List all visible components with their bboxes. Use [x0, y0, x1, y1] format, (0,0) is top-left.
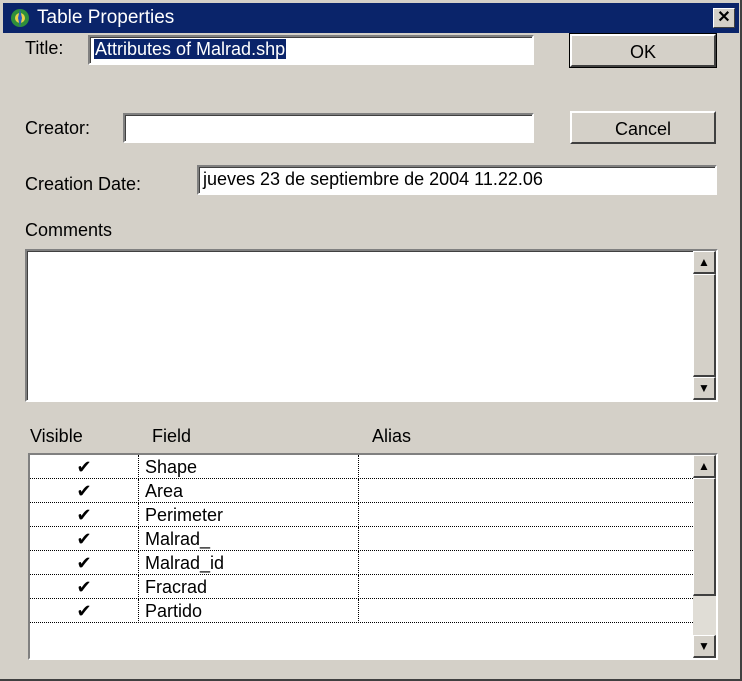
- visible-check-icon[interactable]: ✔: [30, 479, 138, 503]
- scroll-thumb[interactable]: [693, 478, 716, 596]
- table-row[interactable]: ✔ Malrad_id: [30, 551, 693, 575]
- field-name: Malrad_: [138, 527, 358, 551]
- title-input-value: Attributes of Malrad.shp: [94, 39, 287, 59]
- table-row[interactable]: ✔ Shape: [30, 455, 693, 479]
- visible-check-icon[interactable]: ✔: [30, 503, 138, 527]
- alias-cell[interactable]: [358, 455, 693, 479]
- creator-label: Creator:: [25, 118, 91, 138]
- cancel-button[interactable]: Cancel: [570, 111, 716, 144]
- field-name: Partido: [138, 599, 358, 623]
- title-input[interactable]: Attributes of Malrad.shp: [88, 35, 534, 65]
- field-column-header: Field: [152, 426, 192, 446]
- table-properties-dialog: Table Properties ✕ Title: Attributes of …: [0, 0, 742, 681]
- alias-column-header: Alias: [372, 426, 412, 446]
- creation-date-label: Creation Date:: [25, 174, 142, 194]
- comments-textarea[interactable]: ▲ ▼: [25, 249, 718, 402]
- table-row[interactable]: ✔ Partido: [30, 599, 693, 623]
- fields-table: ✔ Shape ✔ Area ✔ Perimeter ✔ Malrad_ ✔ M…: [28, 453, 718, 660]
- window-title: Table Properties: [37, 7, 175, 28]
- close-icon: ✕: [717, 9, 731, 26]
- field-name: Area: [138, 479, 358, 503]
- table-row[interactable]: ✔ Perimeter: [30, 503, 693, 527]
- scroll-thumb[interactable]: [693, 274, 716, 377]
- visible-check-icon[interactable]: ✔: [30, 599, 138, 623]
- cancel-button-label: Cancel: [614, 119, 672, 139]
- alias-cell[interactable]: [358, 575, 693, 599]
- creator-input[interactable]: [123, 113, 534, 143]
- app-icon: [11, 9, 29, 27]
- visible-check-icon[interactable]: ✔: [30, 551, 138, 575]
- visible-check-icon[interactable]: ✔: [30, 575, 138, 599]
- field-name: Perimeter: [138, 503, 358, 527]
- title-bar[interactable]: Table Properties ✕: [3, 3, 739, 33]
- ok-button-label: OK: [629, 42, 656, 62]
- field-name: Fracrad: [138, 575, 358, 599]
- alias-cell[interactable]: [358, 551, 693, 575]
- alias-cell[interactable]: [358, 527, 693, 551]
- title-label: Title:: [25, 38, 64, 58]
- creation-date-input[interactable]: jueves 23 de septiembre de 2004 11.22.06: [197, 165, 717, 195]
- table-row[interactable]: ✔ Fracrad: [30, 575, 693, 599]
- scroll-up-icon[interactable]: ▲: [693, 455, 716, 478]
- alias-cell[interactable]: [358, 503, 693, 527]
- comments-scrollbar[interactable]: ▲ ▼: [693, 251, 716, 400]
- alias-cell[interactable]: [358, 599, 693, 623]
- alias-cell[interactable]: [358, 479, 693, 503]
- field-name: Shape: [138, 455, 358, 479]
- table-row[interactable]: ✔ Area: [30, 479, 693, 503]
- scroll-up-icon[interactable]: ▲: [693, 251, 716, 274]
- creation-date-value: jueves 23 de septiembre de 2004 11.22.06: [203, 169, 543, 189]
- visible-check-icon[interactable]: ✔: [30, 455, 138, 479]
- field-name: Malrad_id: [138, 551, 358, 575]
- scroll-down-icon[interactable]: ▼: [693, 377, 716, 400]
- scroll-down-icon[interactable]: ▼: [693, 635, 716, 658]
- fields-scrollbar[interactable]: ▲ ▼: [693, 455, 716, 658]
- visible-check-icon[interactable]: ✔: [30, 527, 138, 551]
- close-button[interactable]: ✕: [713, 8, 735, 28]
- comments-label: Comments: [25, 220, 113, 240]
- table-row[interactable]: ✔ Malrad_: [30, 527, 693, 551]
- ok-button[interactable]: OK: [569, 33, 717, 68]
- visible-column-header: Visible: [30, 426, 83, 446]
